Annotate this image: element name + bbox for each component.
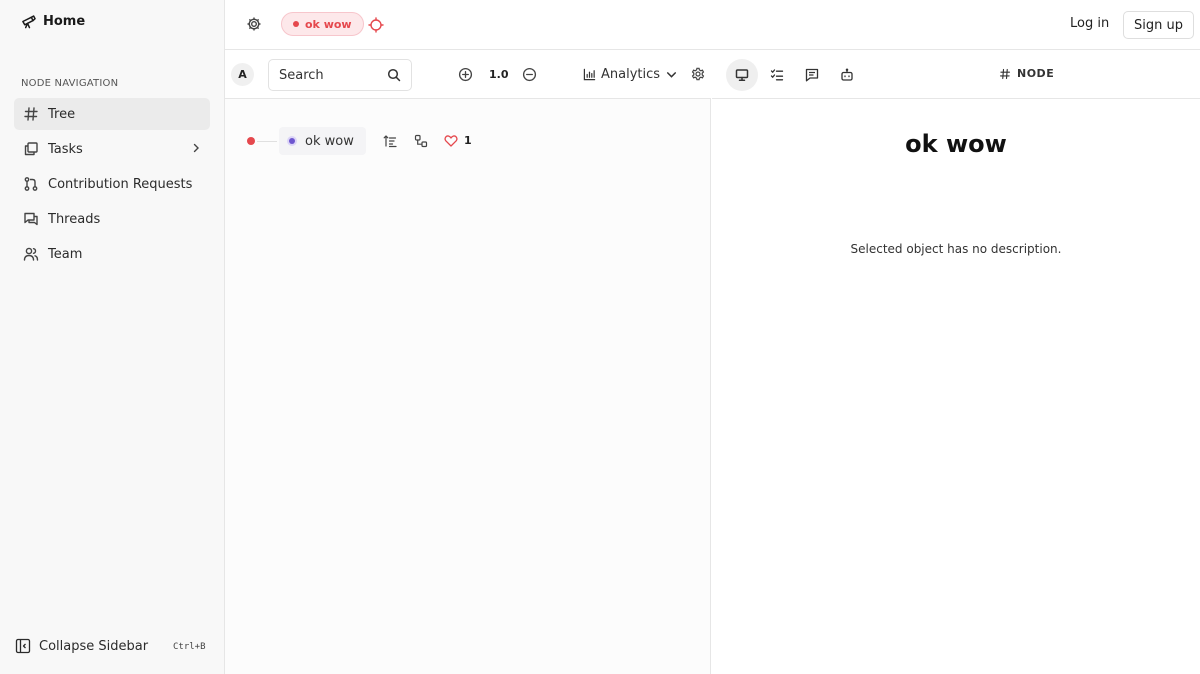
nav-heading: NODE NAVIGATION bbox=[21, 78, 119, 89]
settings-icon[interactable] bbox=[246, 16, 262, 32]
view-bot-button[interactable] bbox=[831, 59, 863, 91]
node-description: Selected object has no description. bbox=[850, 242, 1062, 256]
tree-row: ok wow 1 bbox=[225, 127, 711, 155]
like-count: 1 bbox=[464, 134, 472, 147]
node-tag-label: NODE bbox=[1017, 67, 1055, 80]
collapse-shortcut: Ctrl+B bbox=[173, 642, 206, 652]
gear-icon[interactable] bbox=[691, 67, 705, 81]
home-link[interactable]: Home bbox=[21, 14, 85, 29]
root-node-dot[interactable] bbox=[247, 137, 255, 145]
node-title: ok wow bbox=[905, 130, 1007, 158]
node-status-dot bbox=[293, 21, 299, 27]
detail-pane: NODE ok wow Selected object has no descr… bbox=[712, 50, 1200, 674]
detail-toolbar: NODE bbox=[712, 50, 1200, 99]
sidebar-item-label: Threads bbox=[48, 211, 101, 227]
zoom-in-icon[interactable] bbox=[458, 67, 473, 82]
sort-icon[interactable] bbox=[383, 134, 397, 148]
sidebar-item-label: Team bbox=[48, 246, 83, 262]
team-icon bbox=[22, 245, 40, 263]
hash-icon bbox=[999, 68, 1011, 79]
sidebar-item-label: Contribution Requests bbox=[48, 176, 193, 192]
comment-icon bbox=[805, 68, 819, 82]
tree-connector bbox=[257, 141, 277, 142]
zoom-level: 1.0 bbox=[489, 68, 509, 81]
checklist-icon bbox=[770, 69, 784, 81]
current-node-pill[interactable]: ok wow bbox=[281, 12, 364, 36]
collapse-sidebar-button[interactable]: Collapse Sidebar bbox=[15, 638, 148, 654]
sidebar-item-threads[interactable]: Threads bbox=[14, 203, 210, 235]
brand-label: Home bbox=[43, 14, 86, 29]
robot-icon bbox=[841, 68, 853, 81]
nav-list: Tree Tasks Contribution Requests Threads bbox=[14, 98, 210, 273]
tree-toolbar: A Search 1.0 Analytics bbox=[225, 50, 711, 99]
zoom-out-icon[interactable] bbox=[522, 67, 537, 82]
threads-icon bbox=[22, 210, 40, 228]
sidebar-collapse-icon bbox=[15, 638, 31, 654]
telescope-icon bbox=[22, 15, 36, 29]
pull-request-icon bbox=[22, 175, 40, 193]
view-comments-button[interactable] bbox=[796, 59, 828, 91]
view-display-button[interactable] bbox=[726, 59, 758, 91]
search-label: Search bbox=[279, 67, 324, 83]
tree-node-title: ok wow bbox=[305, 133, 354, 149]
sidebar-item-label: Tasks bbox=[48, 141, 83, 157]
heart-icon[interactable] bbox=[444, 134, 458, 148]
analytics-label: Analytics bbox=[601, 67, 661, 82]
view-checklist-button[interactable] bbox=[761, 59, 793, 91]
bar-chart-icon bbox=[583, 68, 596, 81]
tree-pane: A Search 1.0 Analytics ok wow 1 bbox=[225, 50, 711, 674]
analytics-dropdown[interactable]: Analytics bbox=[583, 67, 678, 82]
chevron-right-icon[interactable] bbox=[190, 142, 202, 154]
avatar[interactable]: A bbox=[231, 63, 254, 86]
hash-icon bbox=[22, 105, 40, 123]
search-input[interactable]: Search bbox=[268, 59, 412, 91]
login-link[interactable]: Log in bbox=[1070, 16, 1109, 31]
sidebar-item-team[interactable]: Team bbox=[14, 238, 210, 270]
monitor-icon bbox=[735, 69, 749, 82]
tree-node[interactable]: ok wow bbox=[279, 127, 366, 155]
chevron-down-icon bbox=[666, 72, 677, 78]
locate-icon[interactable] bbox=[368, 17, 384, 33]
tasks-icon bbox=[22, 140, 40, 158]
sidebar: Home NODE NAVIGATION Tree Tasks Contribu… bbox=[0, 0, 225, 674]
sidebar-item-contribution-requests[interactable]: Contribution Requests bbox=[14, 168, 210, 200]
signup-button[interactable]: Sign up bbox=[1123, 11, 1194, 39]
node-type-tag: NODE bbox=[999, 67, 1054, 80]
pill-label: ok wow bbox=[305, 17, 352, 31]
node-dot bbox=[289, 138, 295, 144]
sidebar-item-label: Tree bbox=[48, 106, 76, 122]
sidebar-item-tree[interactable]: Tree bbox=[14, 98, 210, 130]
sidebar-item-tasks[interactable]: Tasks bbox=[14, 133, 210, 165]
branch-icon[interactable] bbox=[414, 134, 428, 148]
search-icon bbox=[387, 68, 401, 82]
collapse-label: Collapse Sidebar bbox=[39, 638, 149, 654]
top-bar: ok wow Log in Sign up bbox=[225, 0, 1200, 50]
